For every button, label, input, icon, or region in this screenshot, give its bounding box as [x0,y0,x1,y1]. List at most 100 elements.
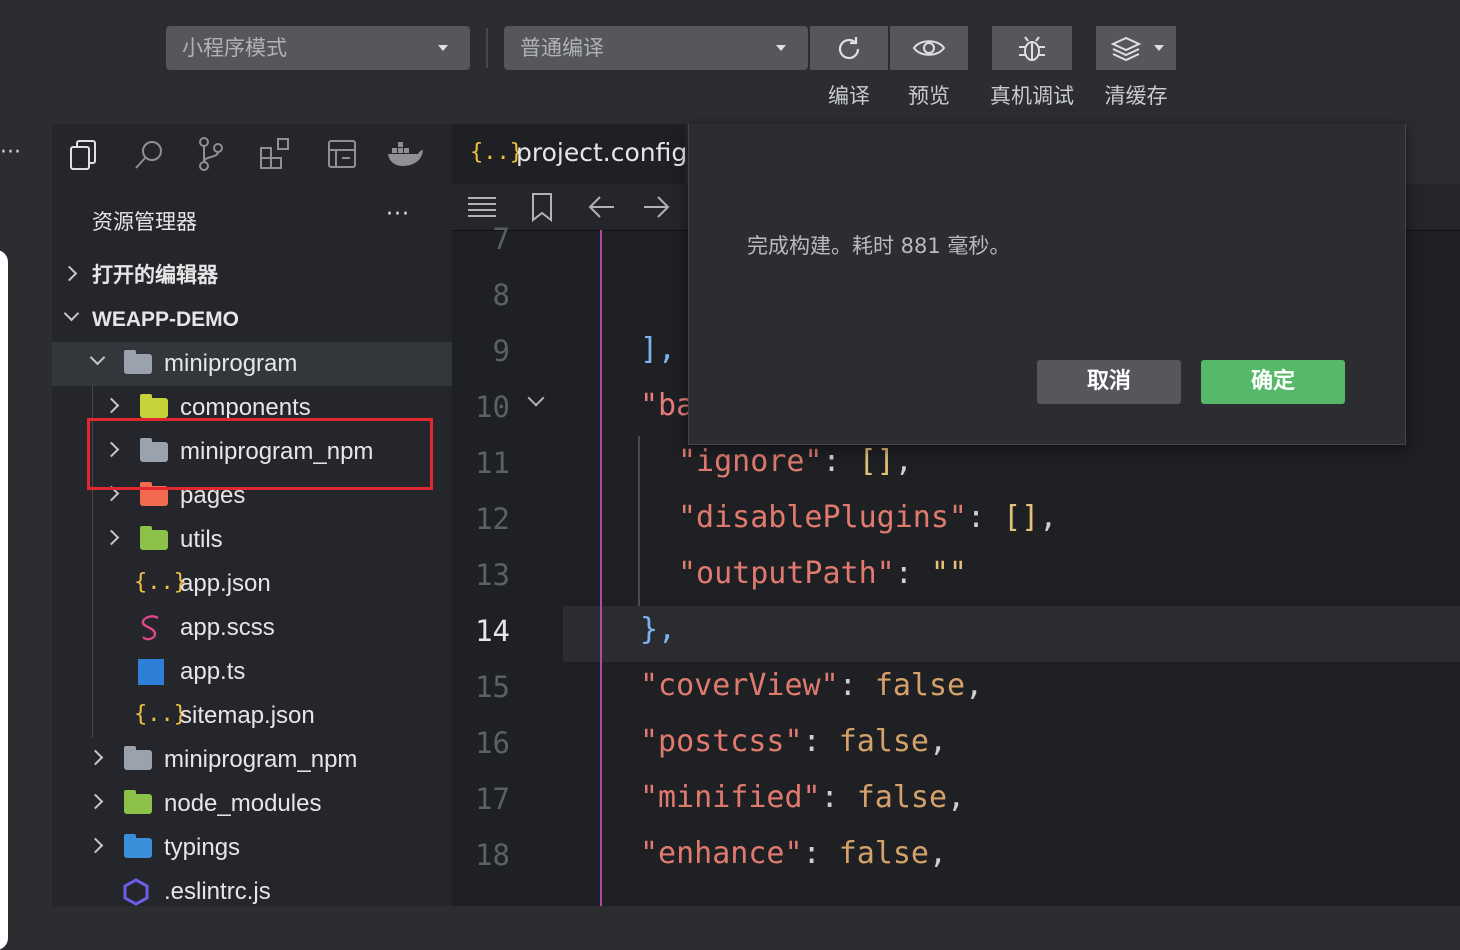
docker-icon[interactable] [386,140,424,170]
line-number: 12 [466,502,510,536]
tree-item-utils[interactable]: utils [52,518,452,562]
tree-item-label: .eslintrc.js [164,870,271,914]
code-line-9: ], [640,332,676,367]
code-token: : [803,836,839,871]
compile-label: 编译 [810,80,888,110]
code-key: "postcss" [640,724,803,759]
code-token: : [803,724,839,759]
toolbar-divider [486,28,488,68]
folder-icon [124,750,152,770]
folder-node-icon [124,794,152,814]
code-key: "minified" [640,780,821,815]
compile-mode-select[interactable]: 普通编译 [504,26,808,70]
code-line-15: "coverView": false, [640,668,983,703]
line-number: 13 [466,558,510,592]
mode-select[interactable]: 小程序模式 [166,26,470,70]
compile-button[interactable] [810,26,888,70]
tree-item-label: miniprogram_npm [164,738,357,782]
chevron-right-icon [88,794,104,810]
arrow-right-icon[interactable] [642,194,670,220]
remote-debug-button[interactable] [992,26,1072,70]
tab-label: project.config [516,138,687,167]
chevron-down-icon [90,350,106,366]
tree-item-eslintrc[interactable]: .eslintrc.js [52,870,452,914]
arrow-left-icon[interactable] [588,194,616,220]
folder-typings-icon [124,838,152,858]
code-token: , [947,780,965,815]
compile-select-label: 普通编译 [520,36,604,60]
tree-item-label: typings [164,826,240,870]
tree-item-typings[interactable]: typings [52,826,452,870]
tree-item-node-modules[interactable]: node_modules [52,782,452,826]
chevron-down-icon [64,306,80,322]
build-complete-dialog: 完成构建。耗时 881 毫秒。 取消 确定 [688,124,1406,445]
explorer-title: 资源管理器 [92,206,197,236]
code-key: "ignore" [678,444,823,479]
explorer-more-icon[interactable]: ··· [386,202,410,227]
clear-cache-label: 清缓存 [1086,80,1186,110]
preview-button[interactable] [890,26,968,70]
line-number: 16 [466,726,510,760]
code-line-13: "outputPath": "" [678,556,967,591]
line-number: 17 [466,782,510,816]
tree-item-miniprogram-npm-root[interactable]: miniprogram_npm [52,738,452,782]
dialog-message: 完成构建。耗时 881 毫秒。 [747,230,1010,260]
tree-item-miniprogram[interactable]: miniprogram [52,342,452,386]
project-label: WEAPP-DEMO [92,298,239,342]
line-number: 9 [466,334,510,368]
code-token: "ba [640,388,694,423]
sass-icon [138,614,164,642]
open-editors-label: 打开的编辑器 [92,254,218,298]
tree-item-sitemap-json[interactable]: {..} sitemap.json [52,694,452,738]
tree-item-label: app.json [180,562,271,606]
code-line-18: "enhance": false, [640,836,947,871]
eye-icon [912,36,946,60]
tree-item-app-json[interactable]: {..} app.json [52,562,452,606]
current-line-highlight [563,606,1460,662]
project-section[interactable]: WEAPP-DEMO [52,298,452,342]
code-token: : [967,500,1003,535]
search-icon[interactable] [132,138,166,172]
tree-item-label: app.ts [180,650,245,694]
code-token: , [965,668,983,703]
code-token: false [857,780,947,815]
refresh-icon [834,34,864,64]
code-token: : [895,556,931,591]
code-token: [] [1003,500,1039,535]
open-editors-section[interactable]: 打开的编辑器 [52,254,452,298]
chevron-right-icon [104,398,120,414]
folder-components-icon [140,398,168,418]
files-icon[interactable] [68,138,100,172]
preview-label: 预览 [890,80,968,110]
code-token: , [929,836,947,871]
extensions-icon[interactable] [258,136,294,172]
highlight-box [87,418,433,490]
code-token: , [895,444,913,479]
code-token: , [929,724,947,759]
code-token: [] [859,444,895,479]
folder-utils-icon [140,530,168,550]
list-icon[interactable] [466,194,498,220]
source-control-icon[interactable] [196,136,226,172]
tree-item-label: app.scss [180,606,275,650]
cancel-button[interactable]: 取消 [1037,360,1181,404]
more-icon[interactable]: ··· [0,140,21,165]
line-number: 10 [466,390,510,424]
clear-cache-button[interactable] [1096,26,1176,70]
chevron-down-icon [776,45,786,51]
eslint-icon [122,878,150,906]
code-key: "enhance" [640,836,803,871]
line-number: 7 [466,222,510,256]
confirm-button[interactable]: 确定 [1201,360,1345,404]
code-line-10: "ba [640,388,694,423]
code-token: "" [931,556,967,591]
mode-select-label: 小程序模式 [182,36,287,60]
tree-item-app-scss[interactable]: app.scss [52,606,452,650]
tab-project-config[interactable]: {..} project.config [452,124,686,184]
line-number-current: 14 [466,614,510,648]
bookmark-icon[interactable] [530,192,554,222]
tree-item-app-ts[interactable]: app.ts [52,650,452,694]
tree-item-label: sitemap.json [180,694,315,738]
save-layout-icon[interactable] [326,138,358,170]
code-key: "outputPath" [678,556,895,591]
